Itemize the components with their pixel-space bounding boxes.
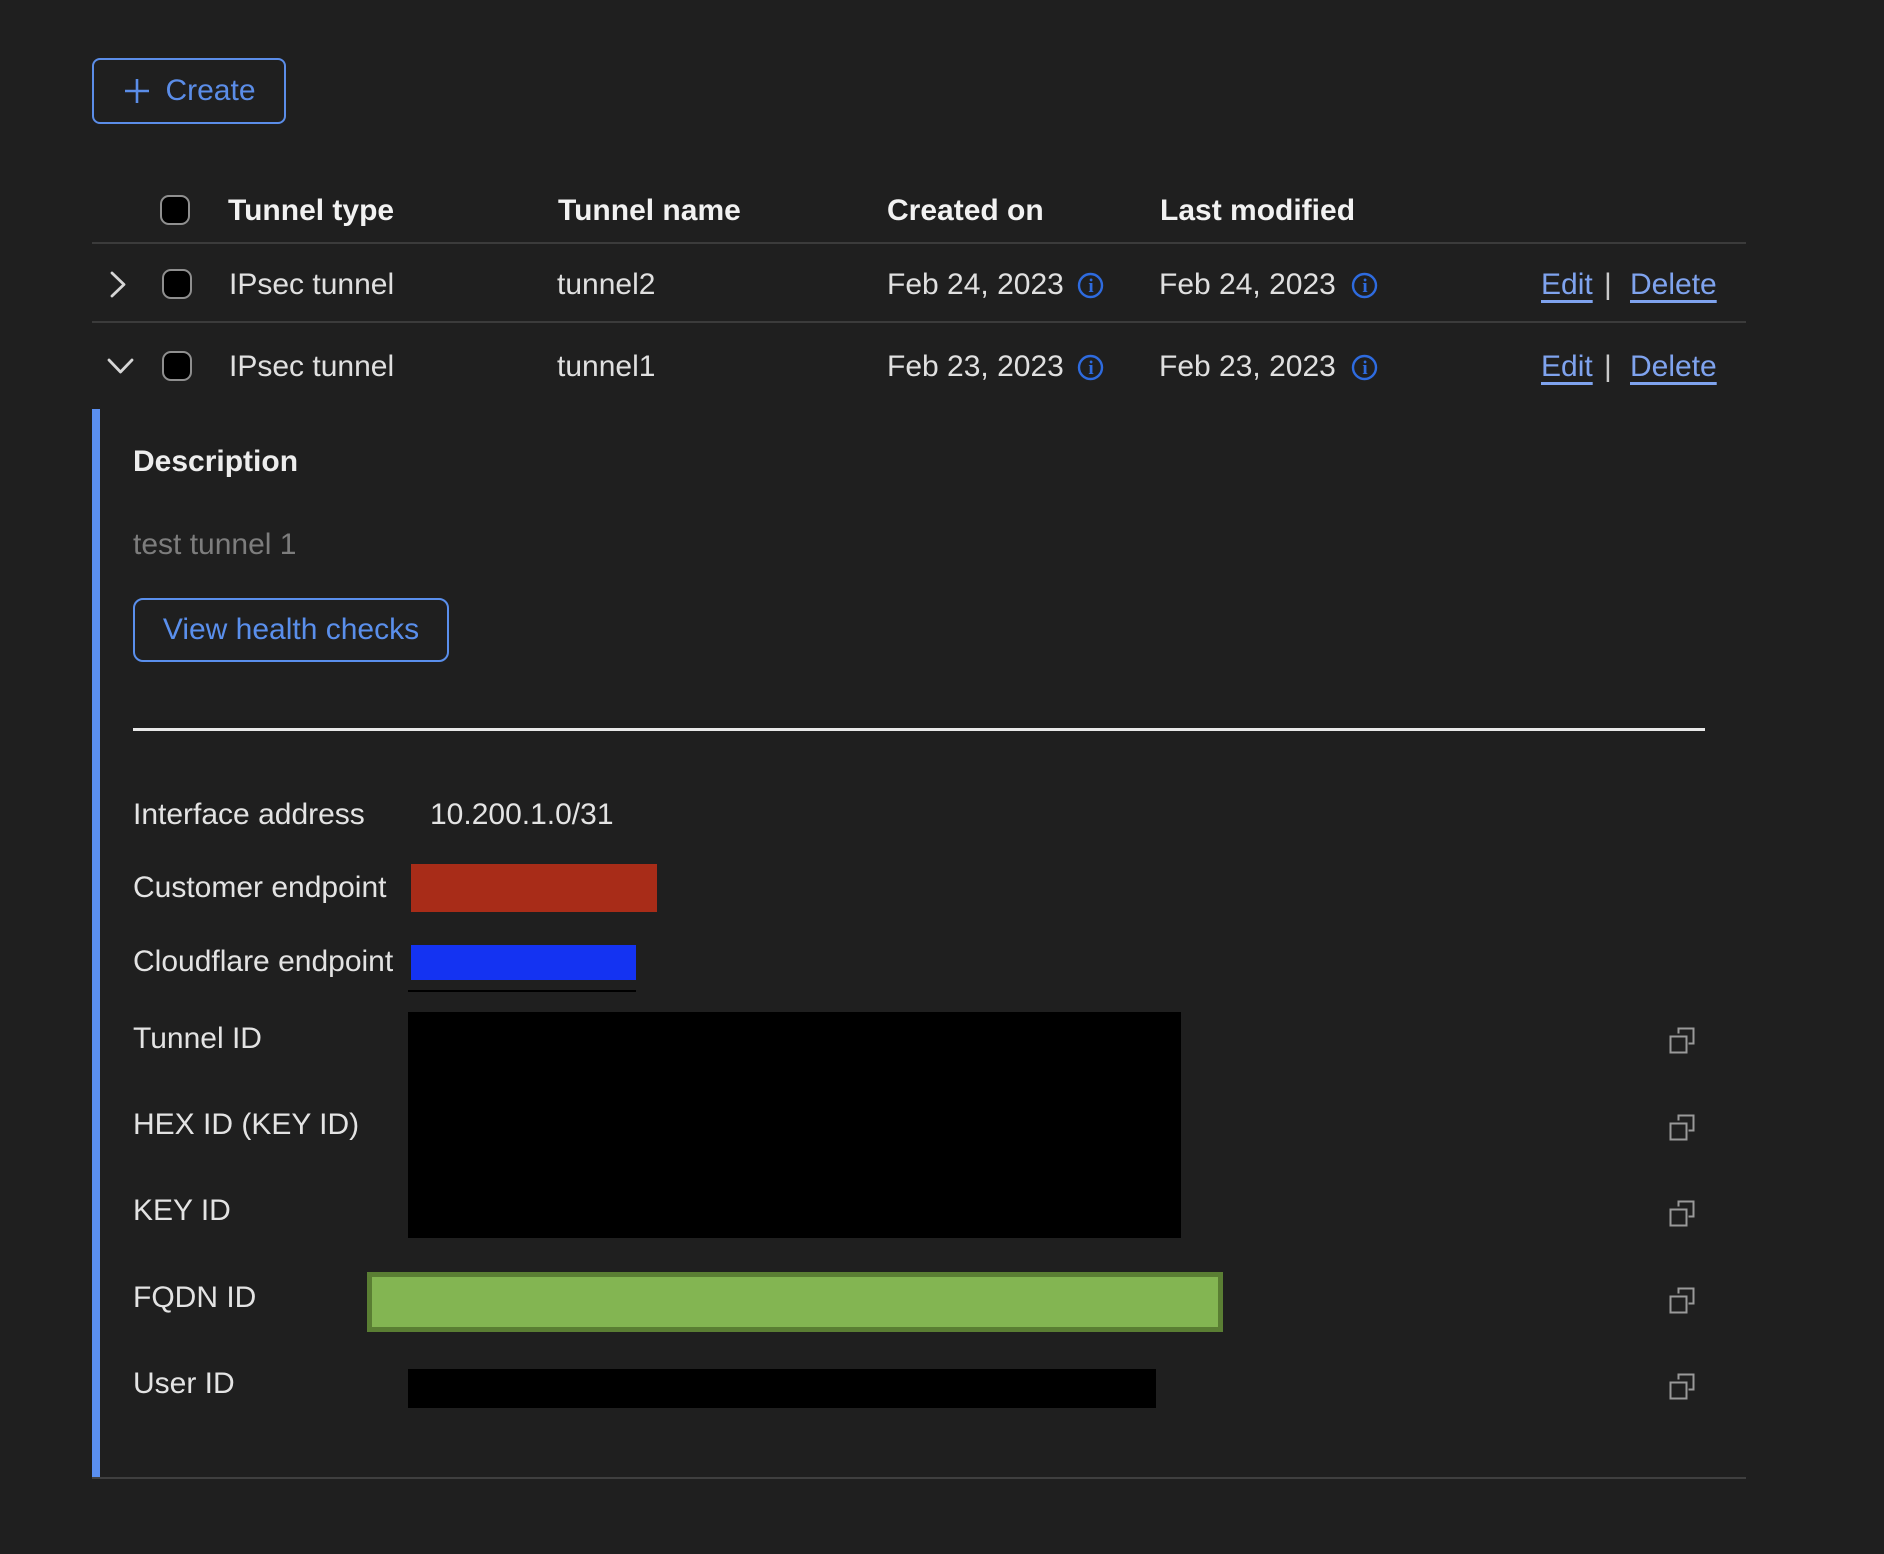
svg-text:i: i xyxy=(1088,276,1093,297)
svg-text:i: i xyxy=(1088,358,1093,379)
svg-text:i: i xyxy=(1362,276,1367,297)
svg-text:i: i xyxy=(1362,358,1367,379)
